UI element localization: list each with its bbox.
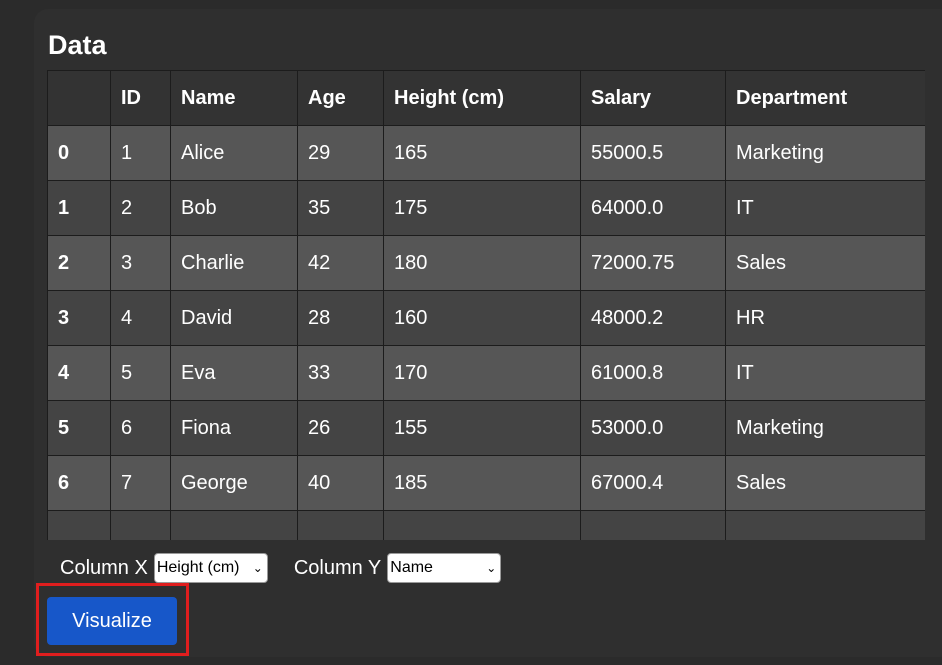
table-cell: 29: [297, 125, 384, 181]
table-cell: HR: [725, 290, 925, 346]
table-cell: 40: [297, 455, 384, 511]
table-cell: IT: [725, 180, 925, 236]
table-cell: 48000.2: [580, 290, 726, 346]
column-y-select[interactable]: Name ⌄: [387, 553, 502, 583]
table-cell: 180: [383, 235, 581, 291]
table-cell: 55000.5: [580, 125, 726, 181]
table-cell: Eva: [170, 345, 298, 401]
column-header-salary: Salary: [580, 70, 726, 126]
table-row: [47, 510, 925, 540]
table-cell: Alice: [170, 125, 298, 181]
table-row: 3 4 David 28 160 48000.2 HR: [47, 290, 925, 346]
column-header-department: Department: [725, 70, 925, 126]
table-cell: Sales: [725, 235, 925, 291]
table-cell: 5: [110, 345, 171, 401]
table-cell: 3: [110, 235, 171, 291]
table-cell: 6: [110, 400, 171, 456]
table-cell: 67000.4: [580, 455, 726, 511]
table-cell: 61000.8: [580, 345, 726, 401]
visualize-button[interactable]: Visualize: [47, 597, 177, 645]
table-cell: 185: [383, 455, 581, 511]
table-cell: [725, 510, 925, 540]
table-cell: [297, 510, 384, 540]
table-cell: 72000.75: [580, 235, 726, 291]
table-cell: Fiona: [170, 400, 298, 456]
chevron-down-icon: ⌄: [252, 561, 263, 575]
column-header-height: Height (cm): [383, 70, 581, 126]
table-header-row: ID Name Age Height (cm) Salary Departmen…: [47, 70, 925, 126]
table-cell: [383, 510, 581, 540]
table-cell: Sales: [725, 455, 925, 511]
column-controls: Column X Height (cm) ⌄ Column Y Name ⌄: [60, 552, 502, 584]
table-cell: David: [170, 290, 298, 346]
table-cell: George: [170, 455, 298, 511]
table-cell: 64000.0: [580, 180, 726, 236]
table-row: 0 1 Alice 29 165 55000.5 Marketing: [47, 125, 925, 181]
table-cell: [110, 510, 171, 540]
table-cell: 28: [297, 290, 384, 346]
column-x-select[interactable]: Height (cm) ⌄: [153, 553, 268, 583]
row-index-cell: 0: [47, 125, 111, 181]
table-cell: IT: [725, 345, 925, 401]
table-row: 2 3 Charlie 42 180 72000.75 Sales: [47, 235, 925, 291]
data-table-container[interactable]: ID Name Age Height (cm) Salary Departmen…: [47, 70, 925, 540]
table-cell: 175: [383, 180, 581, 236]
table-cell: Charlie: [170, 235, 298, 291]
table-cell: 33: [297, 345, 384, 401]
column-header-id: ID: [110, 70, 171, 126]
table-cell: Bob: [170, 180, 298, 236]
table-row: 1 2 Bob 35 175 64000.0 IT: [47, 180, 925, 236]
table-cell: 165: [383, 125, 581, 181]
table-cell: Marketing: [725, 400, 925, 456]
table-cell: [170, 510, 298, 540]
row-index-cell: 1: [47, 180, 111, 236]
column-header-age: Age: [297, 70, 384, 126]
table-cell: Marketing: [725, 125, 925, 181]
table-cell: 35: [297, 180, 384, 236]
column-x-label: Column X: [60, 556, 148, 579]
table-cell: 26: [297, 400, 384, 456]
column-header-index: [47, 70, 111, 126]
column-x-selected-value: Height (cm): [156, 559, 240, 576]
row-index-cell: 5: [47, 400, 111, 456]
row-index-cell: 3: [47, 290, 111, 346]
row-index-cell: 6: [47, 455, 111, 511]
table-cell: 1: [110, 125, 171, 181]
table-cell: 4: [110, 290, 171, 346]
data-table: ID Name Age Height (cm) Salary Departmen…: [47, 70, 925, 540]
table-cell: 7: [110, 455, 171, 511]
table-row: 6 7 George 40 185 67000.4 Sales: [47, 455, 925, 511]
section-title: Data: [48, 30, 107, 60]
chevron-down-icon: ⌄: [486, 561, 497, 575]
table-cell: 42: [297, 235, 384, 291]
table-cell: [580, 510, 726, 540]
row-index-cell: 4: [47, 345, 111, 401]
column-y-selected-value: Name: [390, 559, 433, 576]
table-cell: 160: [383, 290, 581, 346]
table-row: 5 6 Fiona 26 155 53000.0 Marketing: [47, 400, 925, 456]
table-cell: 155: [383, 400, 581, 456]
row-index-cell: 2: [47, 235, 111, 291]
table-cell: 53000.0: [580, 400, 726, 456]
table-body: 0 1 Alice 29 165 55000.5 Marketing 1 2 Bob 35 175 64…: [47, 125, 925, 540]
row-index-cell: [47, 510, 111, 540]
column-header-name: Name: [170, 70, 298, 126]
table-cell: 170: [383, 345, 581, 401]
table-row: 4 5 Eva 33 170 61000.8 IT: [47, 345, 925, 401]
column-y-label: Column Y: [293, 556, 382, 579]
table-cell: 2: [110, 180, 171, 236]
